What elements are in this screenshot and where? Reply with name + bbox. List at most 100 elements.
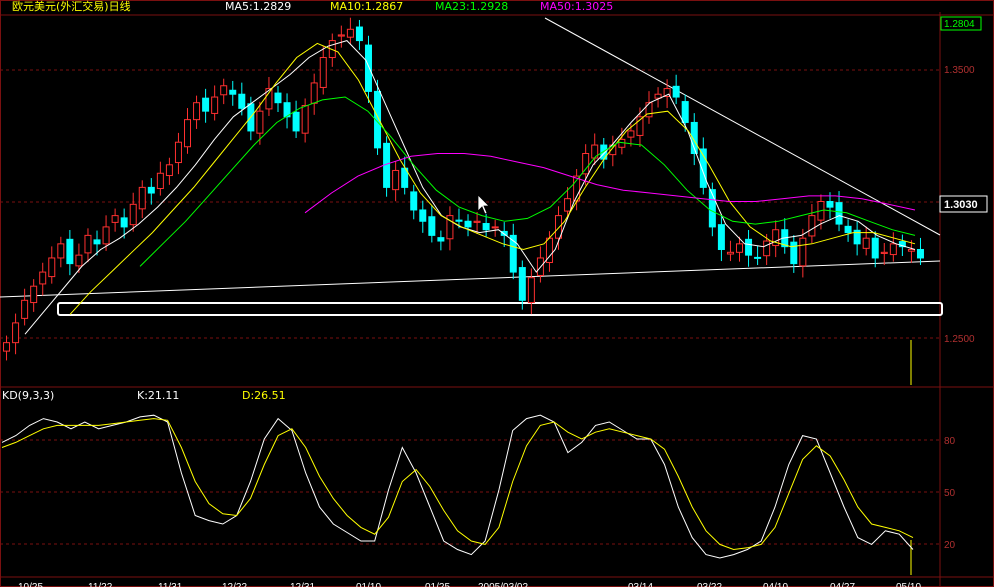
candle-up bbox=[57, 243, 65, 259]
kd-tick-label: 80 bbox=[944, 436, 956, 447]
candle-up bbox=[48, 257, 56, 278]
candle-down bbox=[681, 101, 689, 123]
candle-down bbox=[364, 44, 372, 92]
candle-up bbox=[799, 237, 807, 267]
date-tick-label: 12/31 bbox=[290, 582, 315, 587]
k-value-label: K:21.11 bbox=[137, 389, 179, 402]
candle-up bbox=[319, 57, 327, 88]
candle-down bbox=[835, 202, 843, 225]
kd-tick-label: 20 bbox=[944, 540, 956, 551]
candle-up bbox=[129, 203, 137, 226]
candle-up bbox=[880, 251, 888, 254]
candle-up bbox=[211, 96, 219, 114]
candle-down bbox=[274, 92, 282, 104]
candle-up bbox=[491, 226, 499, 229]
candle-down bbox=[66, 238, 74, 265]
ma50-label: MA50:1.3025 bbox=[540, 0, 613, 13]
candle-down bbox=[93, 239, 101, 245]
date-tick-label: 03/14 bbox=[628, 582, 653, 587]
candle-down bbox=[754, 256, 762, 259]
candle-up bbox=[165, 164, 173, 177]
candle-up bbox=[907, 248, 915, 252]
candle-down bbox=[518, 267, 526, 301]
candle-up bbox=[220, 85, 228, 96]
candle-up bbox=[12, 322, 20, 344]
date-tick-label: 03/22 bbox=[697, 582, 722, 587]
candle-up bbox=[889, 243, 897, 256]
candle-down bbox=[428, 216, 436, 236]
candle-down bbox=[871, 237, 879, 259]
ma-line-ma10 bbox=[69, 42, 916, 315]
candle-up bbox=[392, 169, 400, 191]
candle-down bbox=[202, 97, 210, 112]
candle-up bbox=[627, 130, 635, 138]
candle-down bbox=[745, 238, 753, 256]
kd-lines-layer bbox=[1, 414, 914, 559]
candle-down bbox=[437, 237, 445, 242]
candle-down bbox=[844, 225, 852, 234]
price-tick-label: 1.3500 bbox=[944, 65, 975, 76]
ma10-label: MA10:1.2867 bbox=[330, 0, 403, 13]
support-trendline bbox=[0, 260, 941, 298]
candle-up bbox=[726, 251, 734, 255]
candle-up bbox=[527, 277, 535, 304]
candle-up bbox=[346, 28, 354, 38]
candle-down bbox=[229, 89, 237, 95]
candle-up bbox=[564, 198, 572, 212]
date-tick-label: 04/27 bbox=[830, 582, 855, 587]
candle-down bbox=[790, 241, 798, 265]
candle-down bbox=[419, 209, 427, 222]
price-tick-label: 1.2500 bbox=[944, 334, 975, 345]
candle-down bbox=[672, 85, 680, 98]
kd-line-k bbox=[1, 414, 914, 559]
candle-down bbox=[147, 186, 155, 194]
kd-line-d bbox=[1, 418, 914, 551]
date-tick-label: 01/25 bbox=[425, 582, 450, 587]
candle-up bbox=[808, 215, 816, 237]
forex-chart[interactable]: 欧元美元(外汇交易)日线 MA5:1.2829 MA10:1.2867 MA23… bbox=[0, 0, 994, 587]
date-tick-label: 10/25 bbox=[18, 582, 43, 587]
candle-up bbox=[111, 215, 119, 223]
candle-up bbox=[763, 240, 771, 257]
kd-tick-label: 50 bbox=[944, 488, 956, 499]
candle-up bbox=[256, 110, 264, 134]
candle-down bbox=[464, 220, 472, 228]
date-tick-label: 11/22 bbox=[88, 582, 113, 587]
candle-down bbox=[238, 93, 246, 109]
date-tick-label: 01/10 bbox=[356, 582, 381, 587]
highlight-box[interactable] bbox=[57, 302, 943, 316]
candle-up bbox=[21, 299, 29, 319]
chart-title: 欧元美元(外汇交易)日线 bbox=[12, 0, 131, 13]
candle-up bbox=[735, 243, 743, 253]
candle-up bbox=[184, 119, 192, 148]
candle-up bbox=[301, 105, 309, 134]
date-tick-label: 05/10 bbox=[896, 582, 921, 587]
date-tick-label: 2005/03/02 bbox=[478, 582, 528, 587]
candle-up bbox=[310, 82, 318, 104]
candle-up bbox=[156, 172, 164, 190]
current-price-label: 1.3030 bbox=[944, 199, 978, 211]
candle-down bbox=[826, 201, 834, 208]
mouse-cursor-icon bbox=[477, 194, 490, 215]
candle-up bbox=[582, 153, 590, 175]
candle-up bbox=[174, 141, 182, 164]
top-price-label: 1.2804 bbox=[944, 19, 975, 30]
ma5-label: MA5:1.2829 bbox=[225, 0, 291, 13]
candle-up bbox=[39, 271, 47, 285]
candle-down bbox=[455, 219, 463, 222]
candle-down bbox=[355, 26, 363, 42]
candle-down bbox=[916, 248, 924, 259]
candle-down bbox=[292, 111, 300, 132]
candle-up bbox=[473, 220, 481, 223]
ma-line-ma23 bbox=[139, 96, 916, 267]
candle-down bbox=[482, 223, 490, 231]
candle-up bbox=[102, 226, 110, 245]
candle-up bbox=[30, 285, 38, 304]
ma23-label: MA23:1.2928 bbox=[435, 0, 508, 13]
date-tick-label: 12/22 bbox=[222, 582, 247, 587]
candle-down bbox=[410, 191, 418, 211]
date-tick-label: 04/10 bbox=[763, 582, 788, 587]
d-value-label: D:26.51 bbox=[242, 389, 286, 402]
candle-up bbox=[337, 34, 345, 37]
candle-up bbox=[193, 102, 201, 121]
